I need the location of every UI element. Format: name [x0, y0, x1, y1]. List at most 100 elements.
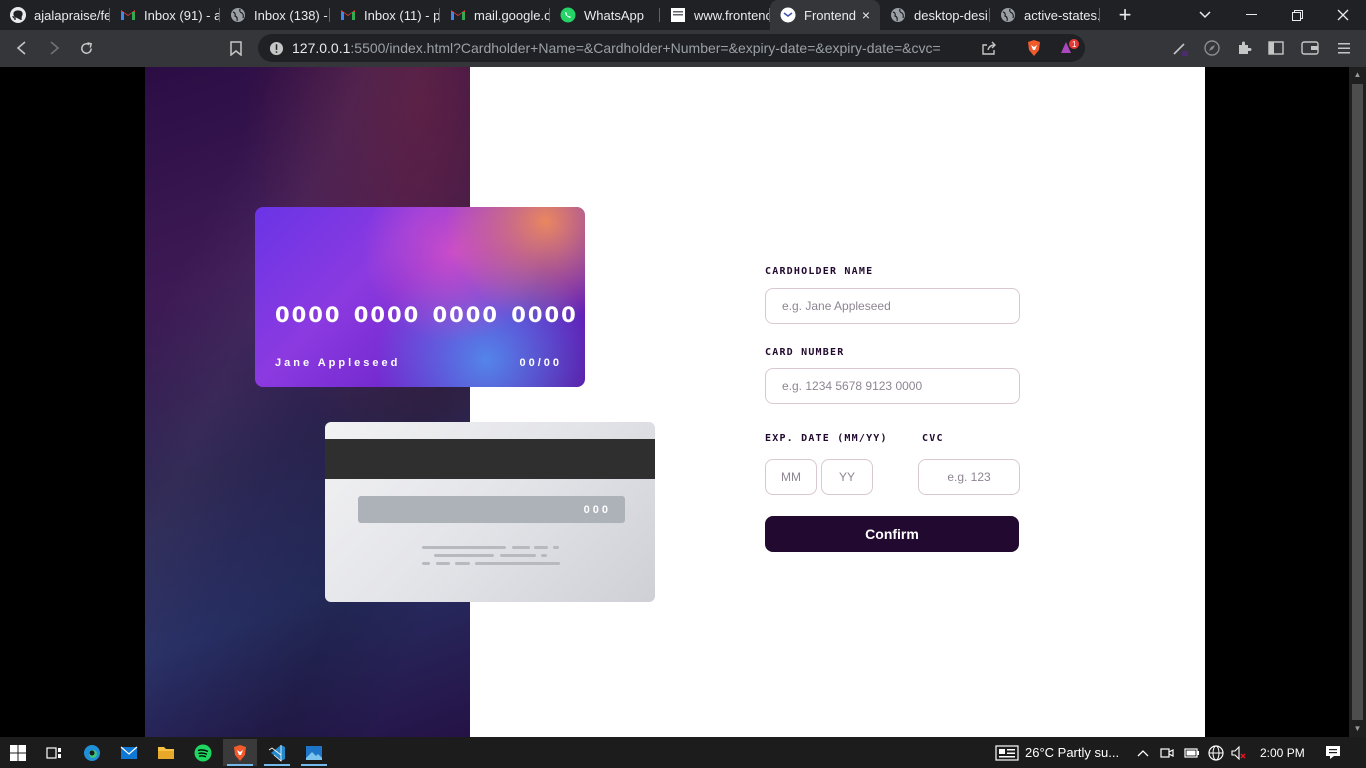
card-back-fine-print: [422, 546, 562, 570]
spotify-icon[interactable]: [186, 739, 220, 766]
url-path: :5500/index.html?Cardholder+Name=&Cardho…: [350, 40, 941, 56]
extensions-icon[interactable]: [1231, 35, 1257, 61]
photos-icon[interactable]: [297, 739, 331, 766]
tab-search-icon[interactable]: [1182, 0, 1228, 30]
page-scrollbar[interactable]: ▲ ▼: [1349, 67, 1366, 737]
page-icon: [670, 7, 686, 23]
tab-divider: [1099, 8, 1100, 22]
globe-icon: [890, 7, 906, 23]
brave-shields-icon[interactable]: [1021, 35, 1047, 61]
page-viewport: 0000 0000 0000 0000 Jane Appleseed 00/00…: [0, 67, 1366, 737]
back-icon[interactable]: [9, 35, 35, 61]
tab-title: Inbox (138) -: [254, 7, 328, 23]
card-number-label: CARD NUMBER: [765, 347, 845, 358]
clock[interactable]: 2:00 PM: [1260, 737, 1305, 768]
new-tab-button[interactable]: +: [1110, 0, 1140, 30]
exp-cvc-inputs: [765, 459, 1020, 495]
tab-title: active-states.: [1024, 7, 1100, 23]
start-icon[interactable]: [1, 739, 35, 766]
network-globe-icon[interactable]: [1208, 737, 1224, 768]
tab-title: Inbox (91) - a: [144, 7, 220, 23]
browser-tab[interactable]: Inbox (91) - a: [110, 0, 220, 30]
site-info-icon[interactable]: [263, 35, 289, 61]
globe-icon: [1000, 7, 1016, 23]
tab-title: www.frontenc: [694, 7, 770, 23]
mail-icon[interactable]: [112, 739, 146, 766]
rewards-badge: 1: [1072, 40, 1077, 49]
brave-taskbar-icon[interactable]: [223, 739, 257, 766]
notifications-icon[interactable]: [1325, 737, 1341, 768]
tab-list: ajalapraise/fe Inbox (91) - a Inbox (138) …: [0, 0, 1100, 30]
edge-icon[interactable]: [75, 739, 109, 766]
brave-rewards-icon[interactable]: 1: [1057, 35, 1083, 61]
url-host: 127.0.0.1: [292, 40, 351, 56]
browser-tab[interactable]: desktop-desi: [880, 0, 990, 30]
tab-title: desktop-desi: [914, 7, 988, 23]
sidebar-toggle-icon[interactable]: [1263, 35, 1289, 61]
scrollbar-thumb[interactable]: [1352, 84, 1363, 720]
url-text[interactable]: 127.0.0.1:5500/index.html?Cardholder+Nam…: [292, 40, 941, 56]
minimize-icon[interactable]: [1228, 0, 1274, 30]
browser-tab[interactable]: www.frontenc: [660, 0, 770, 30]
gmail-icon: [340, 7, 356, 23]
battery-icon[interactable]: [1184, 737, 1200, 768]
card-front-number: 0000 0000 0000 0000: [275, 303, 578, 327]
tab-strip: ajalapraise/fe Inbox (91) - a Inbox (138) …: [0, 0, 1366, 30]
card-back: 000: [325, 422, 655, 602]
forward-icon[interactable]: [41, 35, 67, 61]
tab-title: mail.google.c: [474, 7, 550, 23]
exp-year-input[interactable]: [821, 459, 873, 495]
meet-now-icon[interactable]: [1160, 737, 1174, 768]
card-details-form: CARDHOLDER NAME CARD NUMBER EXP. DATE (M…: [765, 266, 1020, 552]
card-back-cvc: 000: [583, 504, 611, 516]
exp-month-input[interactable]: [765, 459, 817, 495]
browser-tab[interactable]: mail.google.c: [440, 0, 550, 30]
tab-title: Frontend: [804, 7, 857, 23]
cardholder-name-label: CARDHOLDER NAME: [765, 266, 874, 277]
task-view-icon[interactable]: [37, 739, 71, 766]
windows-taskbar: 26°C Partly su... 2:00 PM: [0, 737, 1366, 768]
exp-date-label: EXP. DATE (MM/YY): [765, 433, 888, 444]
browser-tab[interactable]: active-states.: [990, 0, 1100, 30]
card-front-name: Jane Appleseed: [275, 357, 401, 369]
confirm-button[interactable]: Confirm: [765, 516, 1019, 552]
whatsapp-icon: [560, 7, 576, 23]
browser-tab[interactable]: Inbox (138) -: [220, 0, 330, 30]
scroll-up-icon[interactable]: ▲: [1349, 67, 1366, 83]
card-number-input[interactable]: [765, 368, 1020, 404]
compass-icon[interactable]: [1199, 35, 1225, 61]
weather-widget[interactable]: 26°C Partly su...: [995, 737, 1119, 768]
card-form-page: 0000 0000 0000 0000 Jane Appleseed 00/00…: [145, 67, 1205, 737]
wallet-icon[interactable]: [1297, 35, 1323, 61]
restore-icon[interactable]: [1274, 0, 1320, 30]
reload-icon[interactable]: [73, 35, 99, 61]
edit-pen-icon[interactable]: [1167, 35, 1193, 61]
tab-title: WhatsApp: [584, 7, 644, 23]
close-window-icon[interactable]: [1320, 0, 1366, 30]
cardholder-name-input[interactable]: [765, 288, 1020, 324]
gmail-icon: [450, 7, 466, 23]
bookmark-icon[interactable]: [223, 35, 249, 61]
browser-tab[interactable]: Frontend ×: [770, 0, 880, 30]
volume-muted-icon[interactable]: [1231, 737, 1247, 768]
browser-tab[interactable]: WhatsApp: [550, 0, 660, 30]
cvc-label: CVC: [922, 433, 944, 444]
file-explorer-icon[interactable]: [149, 739, 183, 766]
tray-overflow-icon[interactable]: [1137, 737, 1149, 768]
card-front-expiry: 00/00: [519, 357, 562, 369]
magnetic-strip: [325, 439, 655, 479]
clock-time: 2:00 PM: [1260, 745, 1305, 760]
browser-tab[interactable]: Inbox (11) - p: [330, 0, 440, 30]
cvc-input[interactable]: [918, 459, 1020, 495]
scroll-down-icon[interactable]: ▼: [1349, 721, 1366, 737]
vscode-icon[interactable]: [260, 739, 294, 766]
share-icon[interactable]: [976, 35, 1002, 61]
weather-icon: [995, 744, 1019, 761]
globe-icon: [230, 7, 246, 23]
side-panel-sheen: [145, 67, 470, 737]
close-tab-icon[interactable]: ×: [858, 7, 874, 23]
tab-title: ajalapraise/fe: [34, 7, 110, 23]
browser-tab[interactable]: ajalapraise/fe: [0, 0, 110, 30]
menu-icon[interactable]: [1331, 35, 1357, 61]
card-front: 0000 0000 0000 0000 Jane Appleseed 00/00: [255, 207, 585, 387]
